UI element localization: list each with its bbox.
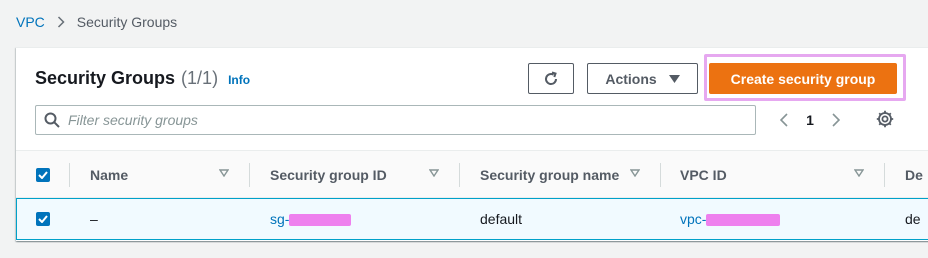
sort-icon[interactable]	[630, 169, 640, 177]
redaction-mark	[706, 214, 781, 226]
caret-down-icon	[668, 74, 680, 83]
security-group-id-link[interactable]: sg-	[270, 211, 289, 227]
search-icon	[44, 112, 60, 128]
check-icon	[36, 212, 50, 226]
create-security-group-label: Create security group	[730, 70, 876, 87]
sort-icon[interactable]	[219, 169, 229, 177]
check-icon	[36, 167, 50, 182]
filter-input[interactable]	[68, 112, 728, 128]
item-count: (1/1)	[181, 68, 219, 88]
sort-icon[interactable]	[854, 169, 864, 177]
cell-vpc-id[interactable]: vpc-	[680, 199, 781, 239]
breadcrumb-vpc-link[interactable]: VPC	[16, 14, 45, 30]
cell-name: –	[90, 211, 98, 227]
current-page-number[interactable]: 1	[794, 112, 826, 128]
create-security-group-button[interactable]: Create security group	[709, 63, 897, 94]
column-header-vpc-id[interactable]: VPC ID	[680, 151, 727, 198]
table-header: Name Security group ID Security group na…	[16, 150, 928, 198]
column-header-security-group-name[interactable]: Security group name	[480, 151, 619, 198]
column-separator	[459, 163, 460, 187]
actions-label: Actions	[605, 70, 657, 87]
refresh-icon	[543, 71, 559, 87]
filter-box	[35, 105, 756, 135]
column-separator	[660, 163, 661, 187]
breadcrumb: VPC Security Groups	[16, 12, 177, 32]
sort-icon[interactable]	[429, 169, 439, 177]
panel-header: Security Groups (1/1) Info	[35, 68, 250, 89]
previous-page-icon[interactable]	[774, 113, 794, 127]
cell-security-group-name: default	[480, 211, 523, 227]
select-all-checkbox[interactable]	[36, 151, 50, 198]
gear-icon[interactable]	[876, 110, 894, 128]
next-page-icon[interactable]	[826, 113, 846, 127]
column-separator	[884, 163, 885, 187]
pagination: 1	[774, 107, 846, 133]
column-header-security-group-id[interactable]: Security group ID	[270, 151, 387, 198]
info-link[interactable]: Info	[228, 73, 250, 87]
column-separator	[249, 163, 250, 187]
column-header-description[interactable]: De	[905, 151, 923, 198]
vpc-id-link[interactable]: vpc-	[680, 211, 706, 227]
cell-description: de	[905, 211, 921, 227]
page-title: Security Groups	[35, 68, 176, 88]
breadcrumb-current: Security Groups	[76, 14, 178, 30]
cell-security-group-id[interactable]: sg-	[270, 199, 352, 239]
table-row[interactable]: – sg- default vpc- de	[16, 198, 928, 240]
row-checkbox[interactable]	[36, 199, 50, 239]
refresh-button[interactable]	[528, 63, 574, 94]
column-separator	[69, 163, 70, 187]
redaction-mark	[289, 214, 352, 226]
security-groups-panel: Security Groups (1/1) Info Actions Creat…	[16, 47, 928, 241]
column-header-name[interactable]: Name	[90, 151, 128, 198]
actions-dropdown[interactable]: Actions	[587, 63, 698, 94]
chevron-right-icon	[57, 16, 65, 28]
